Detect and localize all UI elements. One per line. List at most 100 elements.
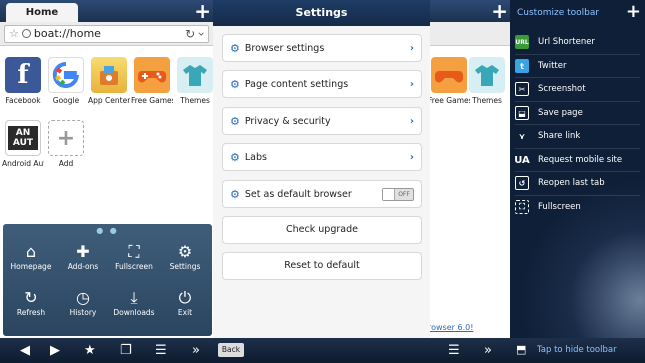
toolbar-item-request-mobile-site[interactable]: UA Request mobile site bbox=[514, 149, 640, 171]
plus-icon[interactable]: + bbox=[626, 0, 641, 25]
toolbar-item-label: Url Shortener bbox=[538, 37, 595, 47]
menu-label: History bbox=[69, 308, 97, 317]
request-mobile-site-icon: UA bbox=[514, 154, 530, 166]
tab-home[interactable]: Home bbox=[6, 3, 78, 22]
page-content-settings-row[interactable]: ⚙ Page content settings › bbox=[222, 70, 422, 98]
fullscreen-icon: ⛶ bbox=[515, 200, 529, 214]
background-url-bar bbox=[430, 22, 510, 46]
themes-icon bbox=[469, 57, 505, 93]
customize-toolbar-header: Customize toolbar + bbox=[510, 0, 645, 26]
menu-refresh[interactable]: ↻ Refresh bbox=[5, 288, 57, 317]
bookmark-star-icon[interactable]: ☆ bbox=[9, 27, 19, 40]
quick-menu: ● ● ⌂ Homepage ✚ Add-ons ⛶ Fullscreen ⚙ … bbox=[3, 224, 212, 336]
update-link[interactable]: rowser 6.0! bbox=[430, 323, 473, 332]
labs-row[interactable]: ⚙ Labs › bbox=[222, 143, 422, 171]
double-chevron-icon[interactable]: » bbox=[484, 343, 492, 358]
toggle-state: OFF bbox=[398, 190, 410, 198]
toolbar-item-label: Twitter bbox=[538, 61, 567, 71]
menu-label: Refresh bbox=[16, 308, 46, 317]
gear-icon: ⚙ bbox=[230, 77, 240, 91]
chevron-right-icon: › bbox=[409, 151, 414, 163]
toolbar-item-label: Request mobile site bbox=[538, 155, 623, 165]
menu-label: Downloads bbox=[113, 308, 155, 317]
tile-themes[interactable]: Themes bbox=[174, 57, 213, 105]
toolbar-item-label: Fullscreen bbox=[538, 202, 581, 212]
tile-app-center[interactable]: App Center bbox=[88, 57, 130, 105]
toolbar-item-url-shortener[interactable]: URL Url Shortener bbox=[515, 31, 640, 53]
toggle-knob bbox=[383, 188, 395, 200]
menu-exit[interactable]: ⏻ Exit bbox=[159, 288, 211, 317]
refresh-icon: ↻ bbox=[24, 288, 38, 307]
free-games-icon bbox=[431, 57, 467, 93]
menu-homepage[interactable]: ⌂ Homepage bbox=[5, 242, 57, 271]
tile-label: Themes bbox=[180, 96, 210, 105]
menu-icon[interactable]: ☰ bbox=[448, 343, 460, 358]
toolbar-item-label: Share link bbox=[538, 131, 581, 141]
tile-label: Free Games bbox=[131, 96, 173, 105]
toolbar-item-share-link[interactable]: ⋎ Share link bbox=[515, 125, 640, 147]
background-tab-bar: + bbox=[430, 0, 510, 23]
gear-icon: ⚙ bbox=[230, 114, 240, 128]
tap-to-hide-toolbar[interactable]: Tap to hide toolbar bbox=[537, 345, 617, 355]
row-label: Browser settings bbox=[244, 42, 325, 54]
power-icon: ⏻ bbox=[178, 288, 192, 307]
toolbar-item-label: Reopen last tab bbox=[538, 178, 605, 188]
default-browser-toggle[interactable]: OFF bbox=[382, 187, 414, 201]
back-arrow-icon[interactable]: ◀ bbox=[20, 343, 30, 358]
toolbar-item-label: Save page bbox=[538, 108, 583, 118]
menu-add-ons[interactable]: ✚ Add-ons bbox=[57, 242, 109, 271]
tile-label: App Center bbox=[88, 96, 130, 105]
menu-icon[interactable]: ☰ bbox=[155, 343, 167, 358]
menu-label: Exit bbox=[177, 308, 193, 317]
menu-history[interactable]: ◷ History bbox=[57, 288, 109, 317]
star-icon[interactable]: ★ bbox=[84, 343, 96, 358]
tile-android-auto[interactable]: ANAUT Android Aut... bbox=[2, 120, 44, 168]
menu-settings[interactable]: ⚙ Settings bbox=[159, 242, 211, 271]
tabs-icon[interactable]: ❐ bbox=[120, 343, 132, 358]
double-chevron-icon[interactable]: » bbox=[192, 343, 200, 358]
globe-icon bbox=[21, 29, 31, 38]
tile-label: Facebook bbox=[5, 96, 41, 105]
toolbar-item-save-page[interactable]: ⬓ Save page bbox=[515, 102, 640, 124]
facebook-icon: f bbox=[5, 57, 41, 93]
tile-label: Themes bbox=[472, 96, 502, 105]
tile-add[interactable]: + Add bbox=[45, 120, 87, 168]
tile-free-games[interactable]: Free Games bbox=[131, 57, 173, 105]
url-input[interactable]: ☆ boat://home ↻ › bbox=[4, 24, 209, 43]
toolbar-item-label: Screenshot bbox=[538, 84, 586, 94]
chevron-right-icon: › bbox=[409, 42, 414, 54]
tile-facebook[interactable]: f Facebook bbox=[2, 57, 44, 105]
toolbar-item-fullscreen[interactable]: ⛶ Fullscreen bbox=[515, 196, 640, 218]
hide-toolbar-icon[interactable]: ⬒ bbox=[516, 343, 526, 356]
privacy-security-row[interactable]: ⚙ Privacy & security › bbox=[222, 107, 422, 135]
tile-themes-bg: Themes bbox=[466, 57, 508, 105]
toolbar-item-screenshot[interactable]: ✂ Screenshot bbox=[515, 78, 640, 100]
customize-toolbar-title: Customize toolbar bbox=[517, 8, 600, 18]
tile-label: Free Games bbox=[430, 96, 470, 105]
check-upgrade-button[interactable]: Check upgrade bbox=[222, 216, 422, 244]
tile-free-games-bg: Free Games bbox=[430, 57, 470, 105]
browser-settings-row[interactable]: ⚙ Browser settings › bbox=[222, 34, 422, 62]
toolbar-item-reopen-last-tab[interactable]: ↺ Reopen last tab bbox=[515, 172, 640, 194]
tile-label: Add bbox=[58, 159, 74, 168]
android-auto-icon: AN AUT bbox=[5, 120, 41, 156]
toolbar-item-twitter[interactable]: t Twitter bbox=[515, 55, 640, 77]
background-browser-strip: + Free Games Themes rowser 6.0! bbox=[430, 0, 510, 363]
new-tab-plus-icon[interactable]: + bbox=[194, 0, 211, 23]
chevron-right-icon: › bbox=[409, 115, 414, 127]
puzzle-icon: ✚ bbox=[76, 242, 90, 261]
menu-downloads[interactable]: ⤓ Downloads bbox=[108, 288, 160, 317]
settings-title: Settings bbox=[213, 0, 430, 26]
back-button[interactable]: Back bbox=[218, 343, 244, 357]
chevron-down-icon[interactable]: › bbox=[195, 31, 209, 36]
chevron-right-icon: › bbox=[409, 78, 414, 90]
row-label: Labs bbox=[244, 151, 267, 163]
url-shortener-icon: URL bbox=[515, 35, 529, 49]
gear-icon: ⚙ bbox=[230, 150, 240, 164]
tile-google[interactable]: Google bbox=[45, 57, 87, 105]
forward-arrow-icon[interactable]: ▶ bbox=[50, 343, 60, 358]
page-indicator: ● ● bbox=[96, 226, 119, 235]
menu-fullscreen[interactable]: ⛶ Fullscreen bbox=[108, 242, 160, 271]
reset-default-button[interactable]: Reset to default bbox=[222, 252, 422, 280]
row-label: Privacy & security bbox=[244, 115, 331, 127]
